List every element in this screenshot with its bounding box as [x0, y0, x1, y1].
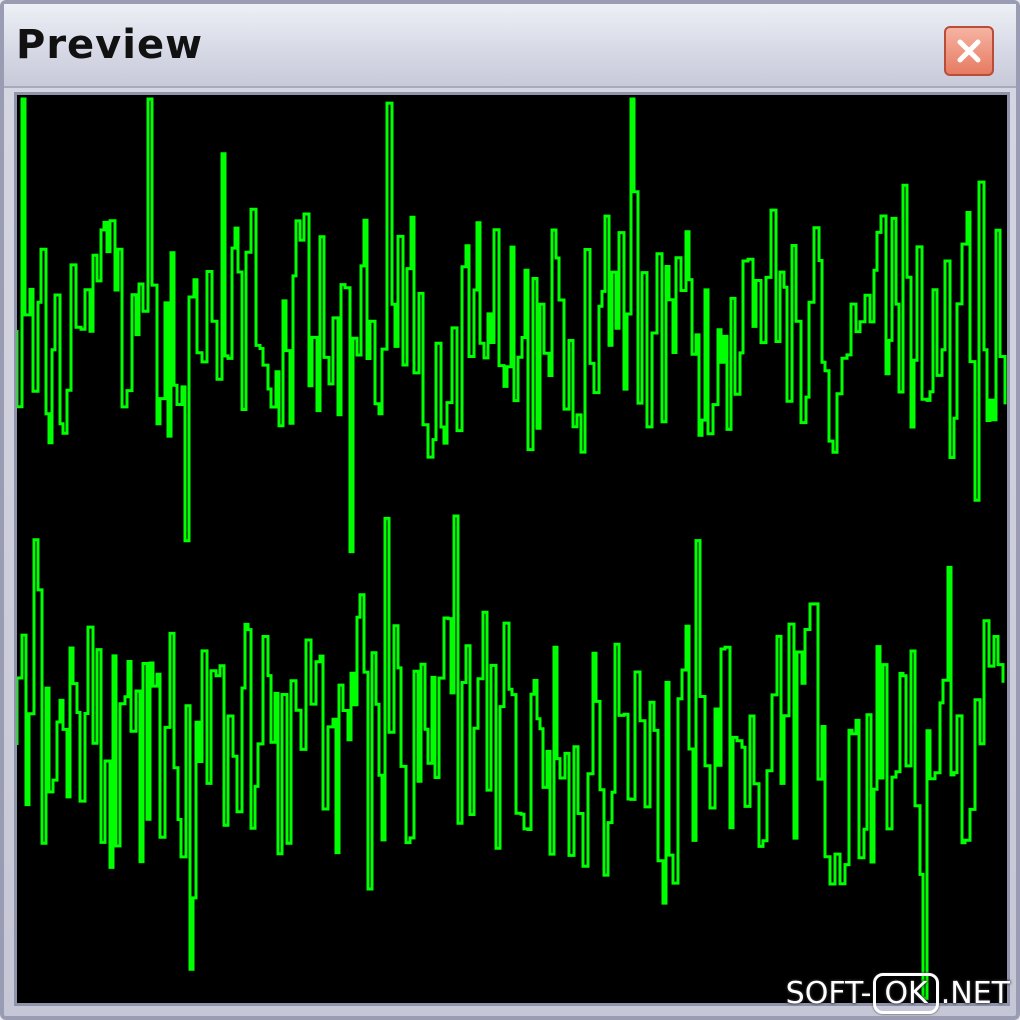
waveform-bottom — [17, 514, 1005, 1000]
close-button[interactable] — [944, 26, 994, 76]
watermark: SOFT- OK .NET — [786, 973, 1010, 1014]
preview-window: Preview — [0, 0, 1020, 1020]
watermark-suffix: .NET — [940, 976, 1010, 1011]
title-bar[interactable]: Preview — [4, 4, 1016, 88]
waveform-svg — [17, 97, 1007, 1000]
waveform-display — [14, 92, 1010, 1006]
waveform-top — [17, 97, 1007, 554]
watermark-prefix: SOFT- — [785, 976, 872, 1011]
window-title: Preview — [16, 22, 204, 68]
watermark-boxed: OK — [873, 973, 939, 1014]
close-icon — [957, 39, 981, 63]
